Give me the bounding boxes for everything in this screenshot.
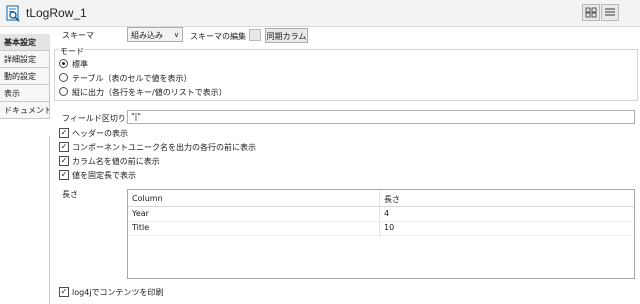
tab-view[interactable]: 表示 xyxy=(0,85,50,102)
table-cell-length[interactable]: 4 xyxy=(380,207,634,221)
field-separator-input[interactable]: "|" xyxy=(127,110,635,124)
field-separator-label: フィールド区切り xyxy=(62,114,126,123)
column-header[interactable]: Column xyxy=(128,190,379,207)
list-icon xyxy=(605,8,615,16)
edit-schema-label: スキーマの編集 xyxy=(190,32,246,41)
list-view-button[interactable] xyxy=(601,4,619,21)
tab-basic-settings[interactable]: 基本設定 xyxy=(0,34,50,51)
table-cell-column[interactable]: Title xyxy=(128,221,379,235)
chevron-down-icon: ∨ xyxy=(173,31,179,39)
schema-select[interactable]: 組み込み ∨ xyxy=(127,27,183,42)
schema-select-value: 組み込み xyxy=(131,31,163,40)
show-unique-name-checkbox[interactable]: ✓ xyxy=(59,142,69,152)
sync-columns-button[interactable]: 同期カラム xyxy=(265,28,308,43)
length-header[interactable]: 長さ xyxy=(380,190,634,207)
table-cell-length[interactable]: 10 xyxy=(380,221,634,235)
mode-group-title: モード xyxy=(59,46,85,57)
fixed-length-checkbox[interactable]: ✓ xyxy=(59,170,69,180)
show-column-names-label: カラム名を値の前に表示 xyxy=(72,157,160,166)
grid-view-button[interactable] xyxy=(582,4,600,21)
window-title: tLogRow_1 xyxy=(26,6,87,20)
settings-tabs: 基本設定 詳細設定 動的設定 表示 ドキュメント xyxy=(0,34,50,304)
schema-label: スキーマ xyxy=(62,31,94,40)
tab-documentation[interactable]: ドキュメント xyxy=(0,102,50,119)
row-divider xyxy=(128,235,634,236)
mode-standard-label: 標準 xyxy=(72,60,88,69)
edit-schema-button[interactable] xyxy=(249,29,261,41)
search-document-icon xyxy=(6,5,20,22)
show-header-label: ヘッダーの表示 xyxy=(72,129,128,138)
fixed-length-label: 値を固定長で表示 xyxy=(72,171,136,180)
tab-dynamic-settings[interactable]: 動的設定 xyxy=(0,68,50,85)
show-header-checkbox[interactable]: ✓ xyxy=(59,128,69,138)
tab-advanced-settings[interactable]: 詳細設定 xyxy=(0,51,50,68)
log4j-checkbox[interactable]: ✓ xyxy=(59,287,69,297)
grid-icon xyxy=(585,7,597,18)
basic-settings-panel: スキーマ 組み込み ∨ スキーマの編集 同期カラム モード 標準 テーブル（表の… xyxy=(50,27,640,304)
show-column-names-checkbox[interactable]: ✓ xyxy=(59,156,69,166)
mode-table-radio[interactable] xyxy=(59,73,68,82)
mode-vertical-label: 縦に出力（各行をキー/値のリストで表示） xyxy=(72,88,227,97)
table-cell-column[interactable]: Year xyxy=(128,207,379,221)
mode-standard-radio[interactable] xyxy=(59,59,68,68)
log4j-label: log4jでコンテンツを印刷 xyxy=(72,288,164,297)
length-label: 長さ xyxy=(62,190,78,199)
mode-table-label: テーブル（表のセルで値を表示） xyxy=(72,74,192,83)
show-unique-name-label: コンポーネントユニーク名を出力の各行の前に表示 xyxy=(72,143,256,152)
length-table: Column 長さ Year 4 Title 10 xyxy=(127,189,635,279)
title-bar: tLogRow_1 xyxy=(0,0,640,27)
mode-vertical-radio[interactable] xyxy=(59,87,68,96)
